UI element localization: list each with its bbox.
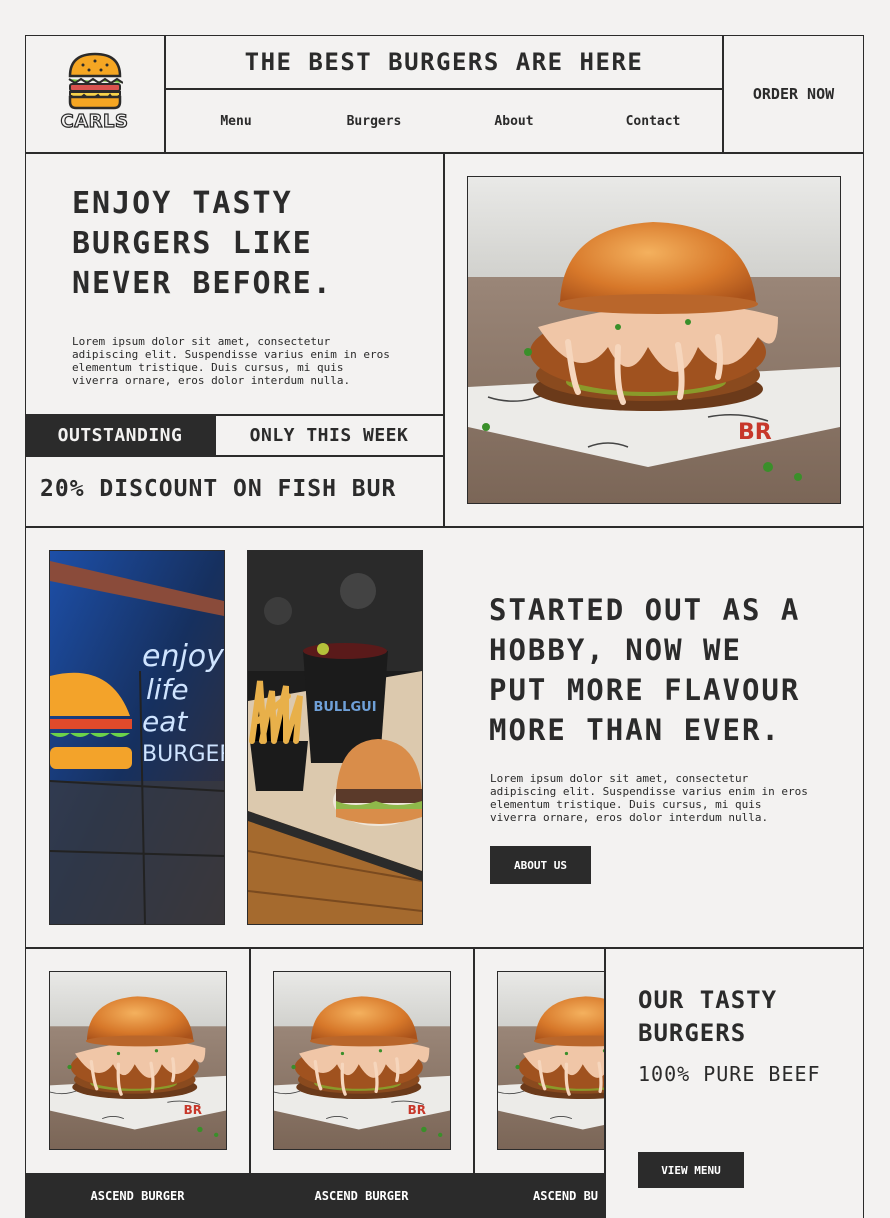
logo-text: CARLS (60, 110, 129, 132)
story-heading-line: MORE THAN EVER. (489, 713, 781, 747)
nav-about[interactable]: About (464, 90, 564, 152)
hero-heading-line: ENJOY TASTY (72, 186, 293, 221)
product-name[interactable]: ASCEND BU (474, 1173, 604, 1218)
divider (25, 152, 864, 154)
product-card[interactable]: ASCEND BU (474, 948, 604, 1218)
hero-body-line: adipiscing elit. Suspendisse varius enim… (72, 348, 390, 361)
hero-burger-photo (467, 176, 841, 504)
story-body: Lorem ipsum dolor sit amet, consectetur … (490, 772, 850, 824)
neon-word: life (146, 673, 189, 706)
hero-heading-line: BURGERS LIKE (72, 226, 313, 261)
product-burger-photo (497, 971, 604, 1150)
burger-logo-icon (68, 52, 123, 110)
neon-word: BURGER (142, 742, 224, 767)
about-us-button[interactable]: ABOUT US (490, 846, 591, 884)
neon-word: eat (142, 705, 188, 738)
story-heading-line: PUT MORE FLAVOUR (489, 673, 801, 707)
story-heading: STARTED OUT AS A HOBBY, NOW WE PUT MORE … (489, 590, 849, 750)
discount-marquee: 20% DISCOUNT ON FISH BUR (26, 456, 443, 526)
product-burger-photo (49, 971, 227, 1150)
nav-menu[interactable]: Menu (186, 90, 286, 152)
header-tagline: THE BEST BURGERS ARE HERE (244, 48, 644, 76)
hero-body: Lorem ipsum dolor sit amet, consectetur … (72, 335, 432, 387)
cup-brand: BULLGUI (313, 700, 376, 715)
story-body-line: viverra ornare, eros dolor interdum null… (490, 811, 769, 824)
divider (443, 152, 445, 527)
story-body-line: adipiscing elit. Suspendisse varius enim… (490, 785, 808, 798)
product-name[interactable]: ASCEND BURGER (26, 1173, 249, 1218)
fries-drink-photo: BULLGUI (247, 550, 423, 925)
neon-sign-photo: enjoy life eat BURGER (49, 550, 225, 925)
product-card[interactable]: ASCEND BURGER (250, 948, 473, 1218)
badge-outstanding: OUTSTANDING (26, 415, 214, 455)
product-burger-photo (273, 971, 451, 1150)
nav-contact[interactable]: Contact (603, 90, 703, 152)
product-name[interactable]: ASCEND BURGER (250, 1173, 473, 1218)
hero-heading-line: NEVER BEFORE. (72, 266, 333, 301)
hero-heading: ENJOY TASTY BURGERS LIKE NEVER BEFORE. (72, 184, 432, 304)
story-heading-line: HOBBY, NOW WE (489, 633, 742, 667)
nav-burgers[interactable]: Burgers (324, 90, 424, 152)
logo[interactable]: CARLS (25, 36, 164, 152)
story-body-line: Lorem ipsum dolor sit amet, consectetur (490, 772, 749, 785)
hero-body-line: Lorem ipsum dolor sit amet, consectetur (72, 335, 331, 348)
main-nav: Menu Burgers About Contact (166, 90, 722, 152)
badge-only-this-week: ONLY THIS WEEK (249, 424, 409, 446)
products-heading: OUR TASTY BURGERS (638, 984, 858, 1050)
divider (25, 526, 864, 528)
order-now-button[interactable]: ORDER NOW (724, 36, 863, 152)
neon-word: enjoy (142, 639, 224, 674)
products-heading-line: OUR TASTY (638, 986, 778, 1014)
products-heading-line: BURGERS (638, 1019, 747, 1047)
hero-body-line: viverra ornare, eros dolor interdum null… (72, 374, 351, 387)
story-heading-line: STARTED OUT AS A (489, 593, 801, 627)
view-menu-button[interactable]: VIEW MENU (638, 1152, 744, 1188)
hero-body-line: elementum tristique. Duis cursus, mi qui… (72, 361, 344, 374)
discount-text: 20% DISCOUNT ON FISH BUR (40, 476, 397, 502)
divider (604, 947, 606, 1218)
products-subheading: 100% PURE BEEF (638, 1062, 821, 1086)
product-card[interactable]: ASCEND BURGER (26, 948, 249, 1218)
story-body-line: elementum tristique. Duis cursus, mi qui… (490, 798, 762, 811)
